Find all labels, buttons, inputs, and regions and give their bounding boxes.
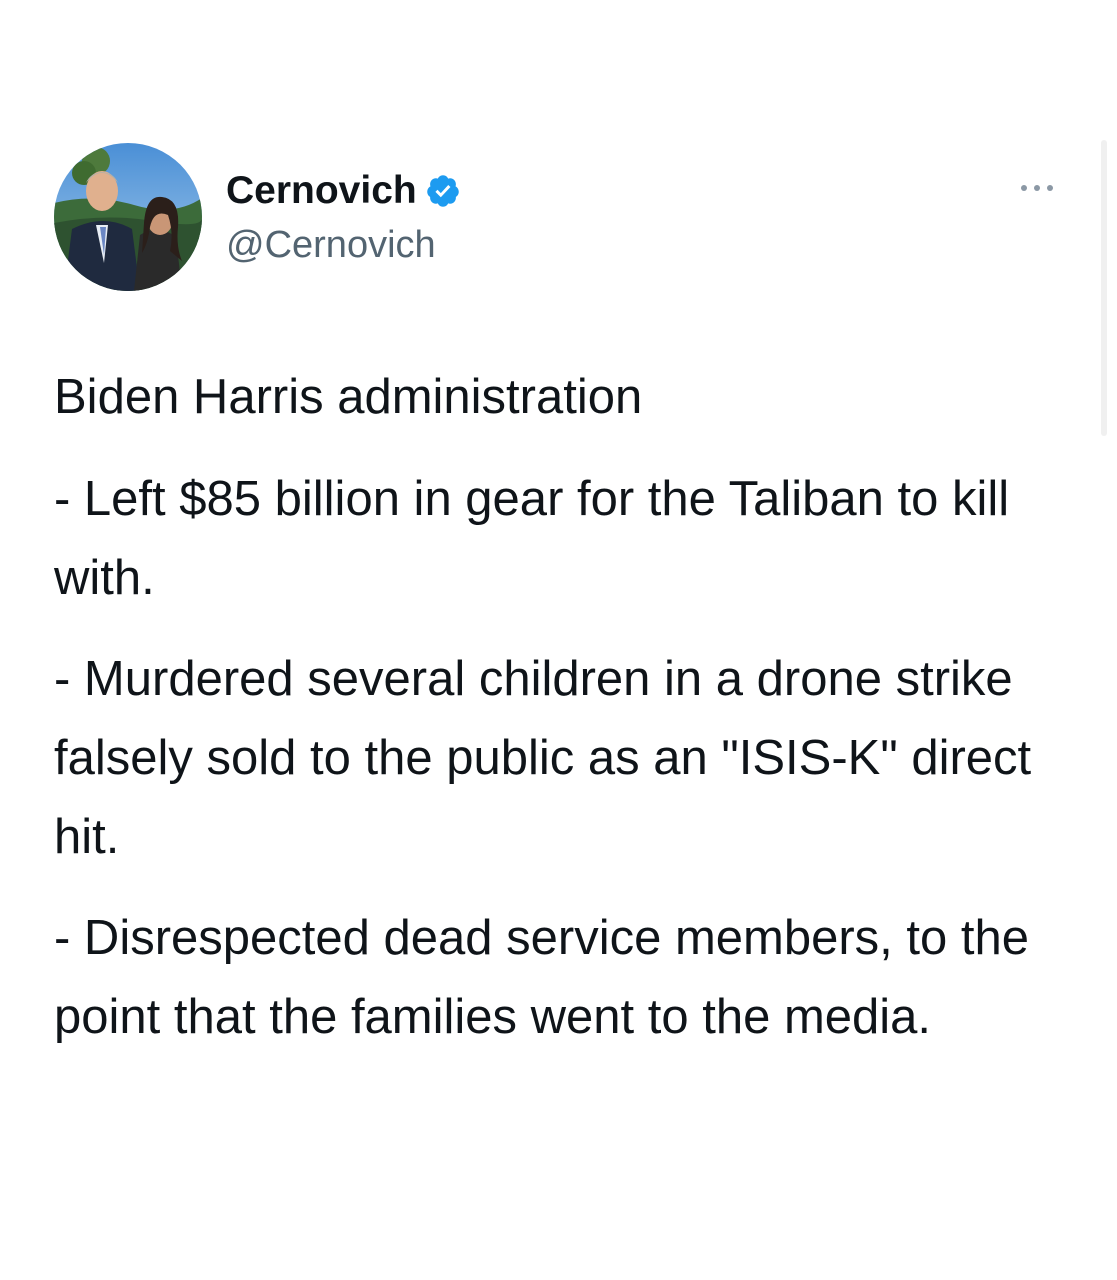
tweet-point: - Disrespected dead service members, to …	[54, 911, 1029, 1044]
tweet-text: Biden Harris administration - Left $85 b…	[54, 358, 1084, 1079]
avatar[interactable]	[54, 143, 202, 291]
scrollbar[interactable]	[1101, 140, 1107, 436]
tweet-point: - Left $85 billion in gear for the Talib…	[54, 472, 1010, 605]
more-options-icon[interactable]	[1014, 178, 1060, 198]
avatar-photo	[54, 143, 202, 291]
author-handle[interactable]: @Cernovich	[226, 220, 436, 270]
tweet-intro: Biden Harris administration	[54, 370, 643, 424]
author-name-row: Cernovich	[226, 166, 461, 216]
tweet-point: - Murdered several children in a drone s…	[54, 652, 1032, 864]
display-name[interactable]: Cernovich	[226, 166, 417, 216]
verified-badge-icon	[426, 175, 459, 207]
